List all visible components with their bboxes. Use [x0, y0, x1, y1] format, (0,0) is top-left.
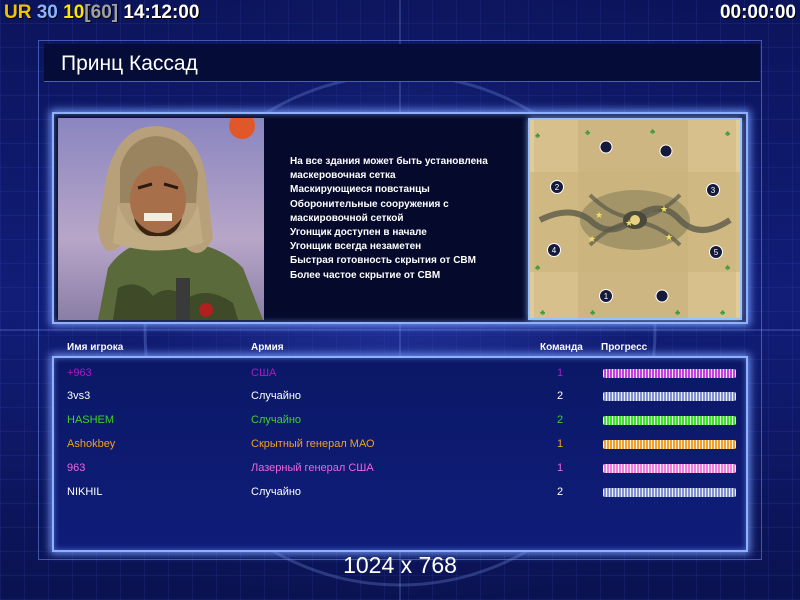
player-progress-fill [603, 392, 736, 401]
feature-line: маскеровочная сетка [290, 170, 396, 182]
start-position-1[interactable]: 1 [599, 289, 613, 303]
hud-stats: UR 30 10[60] 14:12:00 [4, 2, 199, 24]
general-title: Принц Кассад [61, 52, 198, 75]
player-row: 963 Лазерный генерал США 1 [0, 462, 800, 482]
player-row: NIKHIL Случайно 2 [0, 486, 800, 506]
svg-text:♣: ♣ [675, 308, 681, 317]
hud-value-30: 30 [36, 2, 58, 23]
start-position-label: 1 [604, 292, 609, 301]
start-position-label: 2 [555, 183, 560, 192]
column-header-team: Команда [540, 342, 583, 353]
player-name: NIKHIL [67, 486, 103, 498]
player-progress-fill [603, 464, 736, 473]
player-progress-bar [603, 440, 736, 449]
player-army[interactable]: США [251, 367, 276, 379]
player-name: HASHEM [67, 414, 115, 426]
svg-text:♣: ♣ [725, 263, 731, 272]
start-position-label: 5 [714, 248, 719, 257]
svg-text:♣: ♣ [535, 263, 541, 272]
map-preview: ★ ★ ★ ★ ★ ♣ ♣ ♣ ♣ ♣ ♣ ♣ ♣ ♣ ♣ 1 2 3 4 5 [528, 118, 742, 320]
player-team[interactable]: 1 [557, 462, 563, 474]
hud-ur: UR [4, 2, 32, 23]
hud-clock: 14:12:00 [123, 2, 200, 23]
start-position-label: 3 [711, 186, 716, 195]
svg-text:♣: ♣ [590, 308, 596, 317]
svg-text:♣: ♣ [650, 127, 656, 136]
player-team[interactable]: 2 [557, 390, 563, 402]
player-name: +963 [67, 367, 92, 379]
svg-text:★: ★ [625, 218, 633, 228]
player-team[interactable]: 1 [557, 438, 563, 450]
player-army[interactable]: Случайно [251, 486, 301, 498]
feature-line: Более частое скрытие от СВМ [290, 269, 441, 281]
player-name: 3vs3 [67, 390, 91, 402]
player-name: Ashokbey [67, 438, 116, 450]
player-progress-bar [603, 464, 736, 473]
start-position-label: 4 [552, 246, 557, 255]
general-features-list: На все здания может быть установлена мас… [290, 155, 530, 283]
start-position-3[interactable]: 3 [706, 183, 720, 197]
player-progress-bar [603, 392, 736, 401]
feature-line: Быстрая готовность скрытия от СВМ [290, 255, 476, 267]
start-position-4[interactable]: 4 [547, 243, 561, 257]
svg-text:♣: ♣ [720, 308, 726, 317]
svg-text:★: ★ [660, 204, 668, 214]
player-progress-bar [603, 416, 736, 425]
hud-value-60: [60] [84, 2, 119, 23]
player-army[interactable]: Случайно [251, 390, 301, 402]
column-header-progress: Прогресс [601, 342, 648, 353]
player-army[interactable]: Скрытный генерал МАО [251, 438, 375, 450]
svg-text:★: ★ [588, 234, 596, 244]
feature-line: Оборонительные сооружения с [290, 198, 449, 210]
feature-line: Маскирующиеся повстанцы [290, 184, 430, 196]
column-header-army: Армия [251, 342, 284, 353]
start-position-5[interactable]: 5 [709, 245, 723, 259]
column-header-player-name: Имя игрока [67, 342, 124, 353]
player-team[interactable]: 2 [557, 414, 563, 426]
player-name: 963 [67, 462, 86, 474]
svg-text:♣: ♣ [725, 129, 731, 138]
svg-text:★: ★ [665, 232, 673, 242]
hud-timer: 00:00:00 [719, 2, 796, 23]
title-bar: Принц Кассад [44, 44, 760, 82]
player-progress-fill [603, 369, 736, 378]
feature-line: Угонщик доступен в начале [290, 227, 427, 239]
player-row: +963 США 1 [0, 367, 800, 387]
general-portrait [58, 118, 264, 320]
svg-text:♣: ♣ [540, 308, 546, 317]
feature-line: маскировочной сеткой [290, 212, 404, 224]
player-progress-fill [603, 488, 736, 497]
player-team[interactable]: 2 [557, 486, 563, 498]
svg-text:♣: ♣ [585, 128, 591, 137]
player-army[interactable]: Случайно [251, 414, 301, 426]
svg-text:♣: ♣ [535, 131, 541, 140]
hud-value-10: 10 [63, 2, 85, 23]
player-progress-bar [603, 488, 736, 497]
start-position-2[interactable]: 2 [550, 180, 564, 194]
player-team[interactable]: 1 [557, 367, 563, 379]
player-row: 3vs3 Случайно 2 [0, 390, 800, 410]
player-row: HASHEM Случайно 2 [0, 414, 800, 434]
resolution-label: 1024 x 768 [343, 552, 457, 578]
feature-line: Угонщик всегда незаметен [290, 241, 422, 253]
player-army[interactable]: Лазерный генерал США [251, 462, 374, 474]
player-progress-bar [603, 369, 736, 378]
svg-text:★: ★ [595, 210, 603, 220]
feature-line: На все здания может быть установлена [290, 156, 488, 167]
player-progress-fill [603, 440, 736, 449]
player-progress-fill [603, 416, 736, 425]
player-row: Ashokbey Скрытный генерал МАО 1 [0, 438, 800, 458]
